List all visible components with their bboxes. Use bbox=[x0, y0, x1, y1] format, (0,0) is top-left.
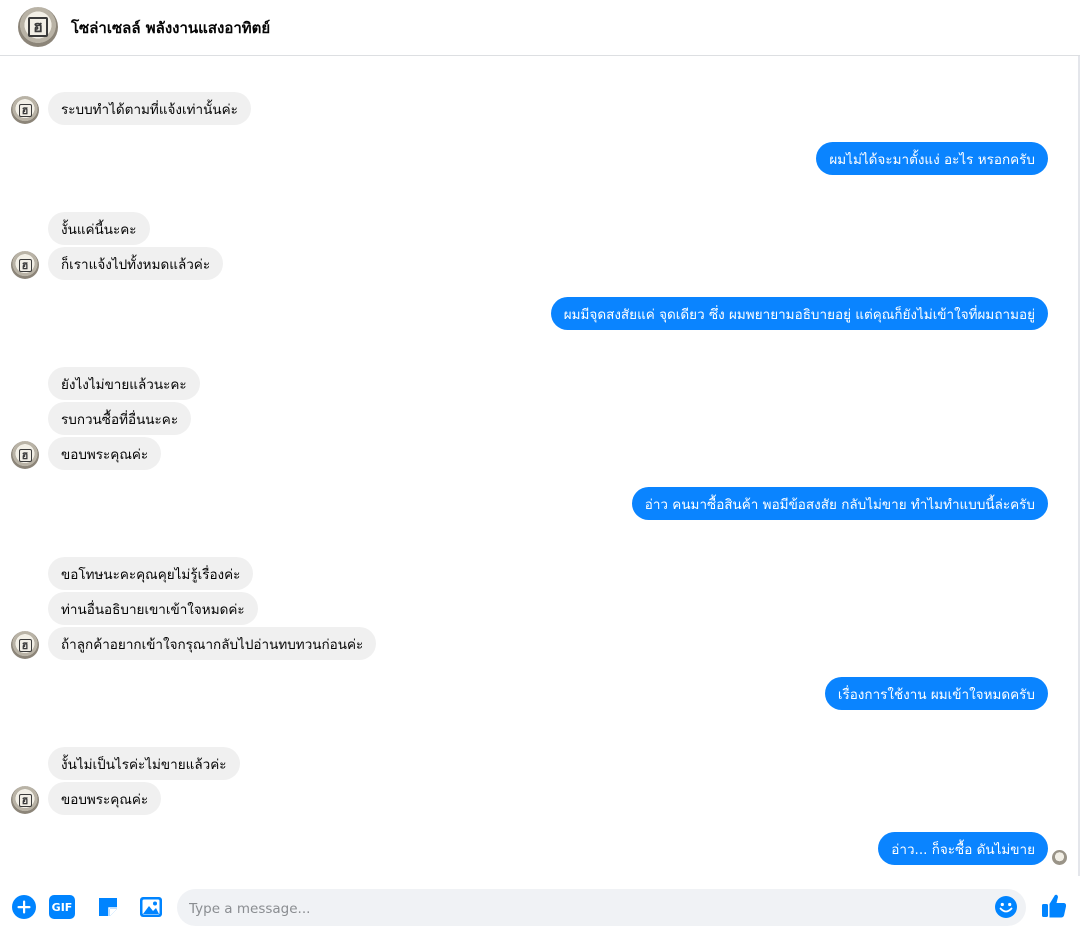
sticker-icon[interactable] bbox=[95, 894, 121, 920]
message-composer: GIF bbox=[0, 880, 1080, 932]
plus-icon[interactable] bbox=[11, 894, 37, 920]
sender-avatar: ฮ bbox=[11, 786, 39, 814]
gif-icon[interactable]: GIF bbox=[49, 895, 75, 919]
incoming-message: ก็เราแจ้งไปทั้งหมดแล้วค่ะ bbox=[48, 247, 224, 280]
chat-title[interactable]: โซล่าเซลล์ พลังงานแสงอาทิตย์ bbox=[71, 16, 270, 40]
incoming-message: ขอบพระคุณค่ะ bbox=[48, 437, 162, 470]
outgoing-message: อ่าว... ก็จะซื้อ ดันไม่ขาย bbox=[878, 832, 1048, 865]
chat-header: ฮ โซล่าเซลล์ พลังงานแสงอาทิตย์ bbox=[0, 0, 1080, 56]
message-input[interactable] bbox=[187, 889, 981, 928]
incoming-message: งั้นไม่เป็นไรค่ะไม่ขายแล้วค่ะ bbox=[48, 747, 240, 780]
sender-avatar: ฮ bbox=[11, 251, 39, 279]
incoming-message: ขอโทษนะคะคุณคุยไม่รู้เรื่องค่ะ bbox=[48, 557, 254, 590]
thumbs-up-icon[interactable] bbox=[1040, 892, 1068, 920]
sender-avatar: ฮ bbox=[11, 96, 39, 124]
sender-avatar: ฮ bbox=[11, 441, 39, 469]
outgoing-message: เรื่องการใช้งาน ผมเข้าใจหมดครับ bbox=[824, 677, 1048, 710]
incoming-message: รบกวนซื้อที่อื่นนะคะ bbox=[48, 402, 192, 435]
outgoing-message: ผมมีจุดสงสัยแค่ จุดเดียว ซึ่ง ผมพยายามอธ… bbox=[550, 297, 1048, 330]
sender-avatar: ฮ bbox=[11, 631, 39, 659]
page-avatar[interactable]: ฮ bbox=[18, 7, 58, 47]
outgoing-message: ผมไม่ได้จะมาตั้งแง่ อะไร หรอกครับ bbox=[816, 142, 1048, 175]
incoming-message: ระบบทำได้ตามที่แจ้งเท่านั้นค่ะ bbox=[48, 92, 251, 125]
store-logo-icon: ฮ bbox=[28, 17, 48, 37]
gif-label: GIF bbox=[51, 900, 73, 914]
seen-indicator-avatar bbox=[1052, 850, 1067, 865]
incoming-message: ท่านอื่นอธิบายเขาเข้าใจหมดค่ะ bbox=[48, 592, 258, 625]
emoji-icon[interactable] bbox=[994, 895, 1018, 919]
outgoing-message: อ่าว คนมาซื้อสินค้า พอมีข้อสงสัย กลับไม่… bbox=[631, 487, 1048, 520]
message-input-container[interactable] bbox=[177, 889, 1026, 928]
incoming-message: ขอบพระคุณค่ะ bbox=[48, 782, 162, 815]
message-list: ฮ ระบบทำได้ตามที่แจ้งเท่านั้นค่ะ ผมไม่ได… bbox=[0, 56, 1080, 876]
incoming-message: ยังไงไม่ขายแล้วนะคะ bbox=[48, 367, 200, 400]
incoming-message: ถ้าลูกค้าอยากเข้าใจกรุณากลับไปอ่านทบทวนก… bbox=[48, 627, 377, 660]
incoming-message: งั้นแค่นี้นะคะ bbox=[48, 212, 150, 245]
image-icon[interactable] bbox=[138, 894, 164, 920]
